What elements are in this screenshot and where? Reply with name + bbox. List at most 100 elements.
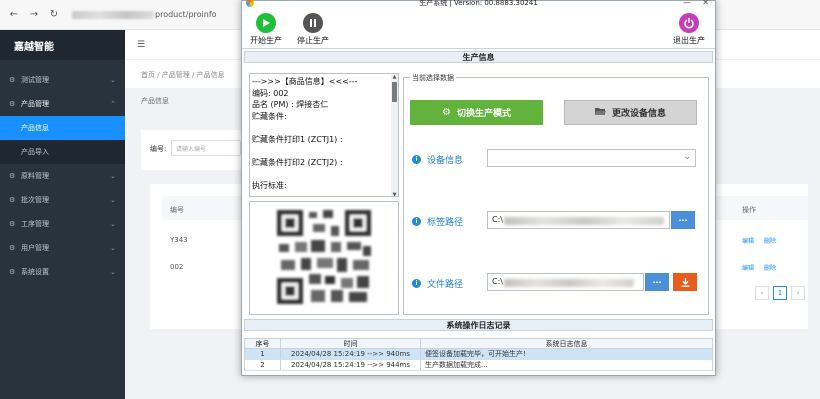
reload-icon[interactable]: ↻ bbox=[48, 9, 60, 21]
power-icon bbox=[679, 13, 699, 33]
menu-icon: ⚙ bbox=[9, 220, 16, 228]
log-col-seq: 序号 bbox=[245, 339, 281, 348]
menu-icon: ⚙ bbox=[9, 244, 16, 252]
sidebar-item-label: 原料管理 bbox=[21, 172, 49, 180]
sidebar-subitem-product-import[interactable]: 产品导入 bbox=[0, 140, 125, 164]
sidebar-item-label: 用户管理 bbox=[21, 244, 49, 252]
start-production-button[interactable]: 开始生产 bbox=[244, 13, 288, 46]
sidebar-item-label: 系统设置 bbox=[21, 268, 49, 276]
log-table-header: 序号 时间 系统日志信息 bbox=[244, 338, 713, 349]
delete-link[interactable]: 删除 bbox=[764, 263, 776, 272]
log-row[interactable]: 2 2024/04/28 15:24:19 -->> 944ms 生产数据加载完… bbox=[244, 360, 713, 371]
sidebar-item-label: 产品管理 bbox=[21, 100, 49, 108]
stop-production-button[interactable]: 停止生产 bbox=[291, 13, 335, 46]
filter-label: 编号: bbox=[150, 145, 167, 153]
pager-page-button[interactable]: 1 bbox=[773, 286, 787, 300]
log-cell-seq: 2 bbox=[245, 360, 281, 370]
exit-production-button[interactable]: 退出生产 bbox=[667, 13, 711, 46]
scrollbar-thumb[interactable] bbox=[392, 82, 397, 102]
scroll-down-icon[interactable]: ▼ bbox=[391, 192, 398, 196]
chevron-down-icon: ⌄ bbox=[110, 76, 116, 84]
download-button[interactable] bbox=[673, 273, 697, 291]
sidebar-item-batches[interactable]: ⚙ 批次管理 ⌄ bbox=[0, 188, 125, 212]
chevron-down-icon: ⌄ bbox=[110, 220, 116, 228]
log-row[interactable]: 1 2024/04/28 15:24:19 -->> 940ms 便签设备加载完… bbox=[244, 349, 713, 360]
sidebar-item-products[interactable]: ⚙ 产品管理 ⌃ bbox=[0, 92, 125, 116]
log-cell-message: 便签设备加载完毕，可开始生产! bbox=[425, 350, 526, 358]
label-path-browse-button[interactable]: ··· bbox=[671, 211, 695, 229]
file-path-input[interactable]: C:\ bbox=[487, 273, 644, 291]
sidebar-subitem-product-info[interactable]: 产品信息 bbox=[0, 116, 125, 140]
info-line bbox=[252, 122, 396, 134]
menu-icon: ⚙ bbox=[9, 268, 16, 276]
table-cell-code: 002 bbox=[170, 263, 184, 271]
delete-link[interactable]: 删除 bbox=[764, 236, 776, 245]
info-line: 贮藏条件: bbox=[252, 111, 287, 121]
table-header-code: 编号 bbox=[170, 206, 184, 214]
app-logo-icon bbox=[246, 0, 254, 7]
back-icon[interactable]: ← bbox=[8, 9, 20, 21]
url-redacted bbox=[72, 10, 154, 19]
log-cell-time: 2024/04/28 15:24:19 -->> 940ms bbox=[281, 349, 421, 359]
hamburger-icon[interactable]: ☰ bbox=[137, 40, 145, 50]
table-header-ops: 操作 bbox=[742, 206, 756, 214]
address-bar[interactable]: product/proinfo bbox=[72, 10, 217, 19]
table-cell-code: Y343 bbox=[170, 236, 188, 244]
selected-data-title: 当前选择数据 bbox=[410, 73, 456, 83]
pager-prev-button[interactable]: ‹ bbox=[755, 286, 769, 300]
scrollbar[interactable]: ▲ ▼ bbox=[391, 74, 398, 196]
start-production-label: 开始生产 bbox=[250, 36, 282, 45]
close-icon[interactable]: ✕ bbox=[702, 0, 709, 7]
qr-code-image bbox=[275, 208, 373, 306]
sidebar-item-users[interactable]: ⚙ 用户管理 ⌄ bbox=[0, 236, 125, 260]
minimize-icon[interactable]: — bbox=[683, 0, 691, 7]
log-cell-seq: 1 bbox=[245, 349, 281, 359]
info-line: 品名 (PM) : 焊接杏仁 bbox=[252, 100, 329, 110]
info-line: 贮藏条件打印1 (ZCTJ1) : bbox=[252, 134, 343, 144]
path-redacted bbox=[504, 279, 634, 287]
menu-icon: ⚙ bbox=[9, 172, 16, 180]
device-info-text: 设备信息 bbox=[427, 156, 464, 166]
log-col-message: 系统日志信息 bbox=[545, 340, 588, 348]
switch-mode-button[interactable]: ⚙ 切换生产模式 bbox=[410, 100, 543, 125]
info-line: 编码: 002 bbox=[252, 88, 289, 98]
production-window: 生产系统 | Version: 00.8883.30241 — ✕ 开始生产 停… bbox=[241, 0, 716, 376]
production-info-header: 生产信息 bbox=[244, 51, 713, 63]
gears-icon: ⚙ bbox=[442, 107, 451, 118]
edit-link[interactable]: 编辑 bbox=[742, 236, 754, 245]
label-path-input[interactable]: C:\ bbox=[487, 211, 670, 229]
info-circle-icon: i bbox=[412, 155, 421, 164]
pause-icon bbox=[303, 13, 323, 33]
chevron-up-icon: ⌃ bbox=[110, 100, 116, 108]
sidebar-item-materials[interactable]: ⚙ 原料管理 ⌄ bbox=[0, 164, 125, 188]
code-search-input[interactable]: 请输入编号 bbox=[171, 140, 241, 156]
menu-icon: ⚙ bbox=[9, 196, 16, 204]
breadcrumb: 首页 / 产品管理 / 产品信息 bbox=[141, 71, 225, 79]
file-path-text: 文件路径 bbox=[427, 280, 464, 290]
url-text: product/proinfo bbox=[155, 10, 217, 19]
change-device-button[interactable]: 更改设备信息 bbox=[564, 100, 697, 125]
switch-mode-label: 切换生产模式 bbox=[456, 109, 511, 119]
info-line: --->>>【商品信息】<<<--- bbox=[252, 77, 358, 86]
file-path-browse-button[interactable]: ··· bbox=[645, 273, 669, 291]
info-circle-icon: i bbox=[412, 279, 421, 288]
menu-icon: ⚙ bbox=[9, 100, 16, 108]
sidebar-item-test[interactable]: ⚙ 测试管理 ⌄ bbox=[0, 68, 125, 92]
download-icon bbox=[681, 277, 689, 287]
log-cell-time: 2024/04/28 15:24:19 -->> 944ms bbox=[281, 360, 421, 370]
log-col-time: 时间 bbox=[281, 339, 421, 348]
folder-open-icon bbox=[594, 107, 606, 119]
scroll-up-icon[interactable]: ▲ bbox=[391, 74, 398, 80]
pager-next-button[interactable]: › bbox=[791, 286, 805, 300]
sidebar-item-settings[interactable]: ⚙ 系统设置 ⌄ bbox=[0, 260, 125, 284]
info-line bbox=[252, 169, 396, 181]
forward-icon[interactable]: → bbox=[28, 9, 40, 21]
edit-link[interactable]: 编辑 bbox=[742, 263, 754, 272]
device-info-label: i 设备信息 bbox=[412, 153, 463, 166]
file-path-value: C:\ bbox=[492, 277, 503, 286]
product-info-textbox[interactable]: --->>>【商品信息】<<<--- 编码: 002 品名 (PM) : 焊接杏… bbox=[249, 73, 399, 197]
device-info-select[interactable]: ⌄ bbox=[487, 149, 696, 167]
log-cell-message: 生产数据加载完成... bbox=[425, 361, 488, 369]
sidebar-item-processes[interactable]: ⚙ 工序管理 ⌄ bbox=[0, 212, 125, 236]
page-subtitle: 产品信息 bbox=[141, 97, 169, 105]
